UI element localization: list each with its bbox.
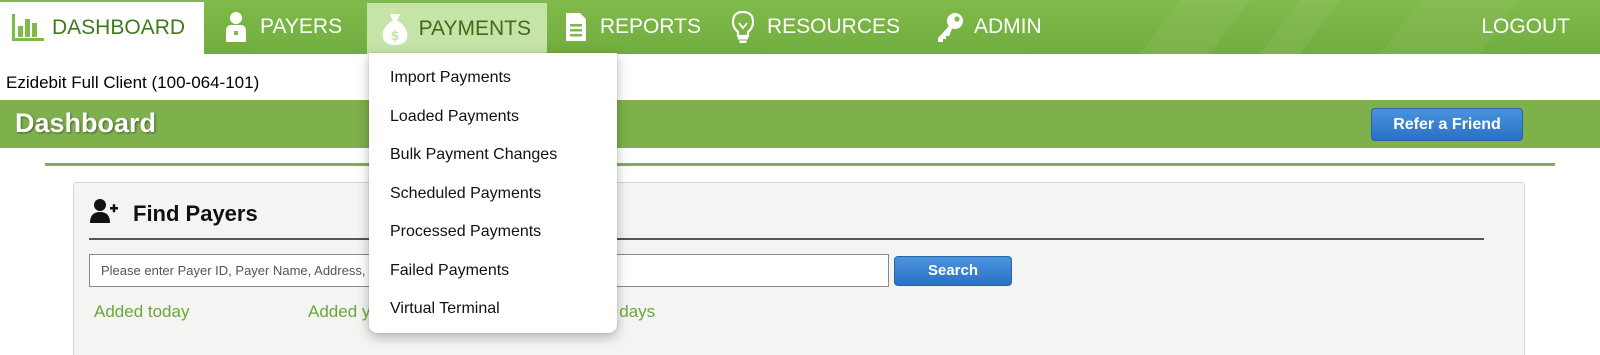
panel-divider bbox=[89, 238, 1484, 240]
add-user-icon bbox=[89, 197, 119, 230]
menu-item-failed-payments[interactable]: Failed Payments bbox=[369, 258, 617, 297]
menu-item-bulk-payment-changes[interactable]: Bulk Payment Changes bbox=[369, 142, 617, 181]
nav-tab-payers[interactable]: PAYERS bbox=[204, 0, 367, 54]
search-button[interactable]: Search bbox=[894, 256, 1012, 286]
nav-tab-admin[interactable]: ADMIN bbox=[922, 0, 1072, 54]
key-icon bbox=[926, 0, 974, 54]
page-title: Dashboard bbox=[15, 108, 157, 138]
nav-tab-payers-label: PAYERS bbox=[260, 15, 343, 38]
nav-tab-payments-label: PAYMENTS bbox=[418, 16, 531, 40]
client-name: Ezidebit Full Client (100-064-101) bbox=[6, 73, 260, 92]
nav-tab-dashboard[interactable]: DASHBOARD bbox=[0, 2, 204, 54]
menu-item-scheduled-payments[interactable]: Scheduled Payments bbox=[369, 181, 617, 220]
menu-item-loaded-payments[interactable]: Loaded Payments bbox=[369, 104, 617, 143]
page-header-bar: Dashboard Refer a Friend bbox=[0, 100, 1600, 148]
find-payers-panel: Find Payers Search Added today Added yes… bbox=[73, 182, 1525, 355]
lightbulb-icon bbox=[719, 0, 767, 54]
menu-item-import-payments[interactable]: Import Payments bbox=[369, 65, 617, 104]
logout-link[interactable]: LOGOUT bbox=[1451, 0, 1600, 54]
nav-tab-payments[interactable]: $ PAYMENTS bbox=[367, 3, 547, 54]
menu-item-processed-payments[interactable]: Processed Payments bbox=[369, 219, 617, 258]
bar-chart-icon bbox=[4, 1, 52, 55]
nav-tab-admin-label: ADMIN bbox=[974, 15, 1042, 38]
nav-tab-reports[interactable]: REPORTS bbox=[547, 0, 717, 54]
find-payers-title: Find Payers bbox=[133, 200, 258, 226]
document-icon bbox=[552, 0, 600, 54]
money-bag-icon: $ bbox=[371, 2, 419, 56]
nav-tab-resources[interactable]: RESOURCES bbox=[717, 0, 922, 54]
section-divider bbox=[45, 163, 1555, 166]
svg-text:$: $ bbox=[390, 29, 399, 44]
added-today-link[interactable]: Added today bbox=[94, 302, 189, 322]
payments-dropdown-menu: Import Payments Loaded Payments Bulk Pay… bbox=[369, 53, 617, 333]
nav-tab-dashboard-label: DASHBOARD bbox=[52, 16, 186, 39]
top-navigation: DASHBOARD PAYERS $ PAYMENTS REPORTS RESO… bbox=[0, 0, 1600, 54]
nav-tab-reports-label: REPORTS bbox=[599, 15, 701, 38]
find-payers-header: Find Payers bbox=[89, 197, 258, 230]
nav-tab-resources-label: RESOURCES bbox=[767, 15, 901, 38]
menu-item-virtual-terminal[interactable]: Virtual Terminal bbox=[369, 296, 617, 335]
person-icon bbox=[212, 0, 260, 54]
refer-a-friend-button[interactable]: Refer a Friend bbox=[1371, 108, 1523, 141]
